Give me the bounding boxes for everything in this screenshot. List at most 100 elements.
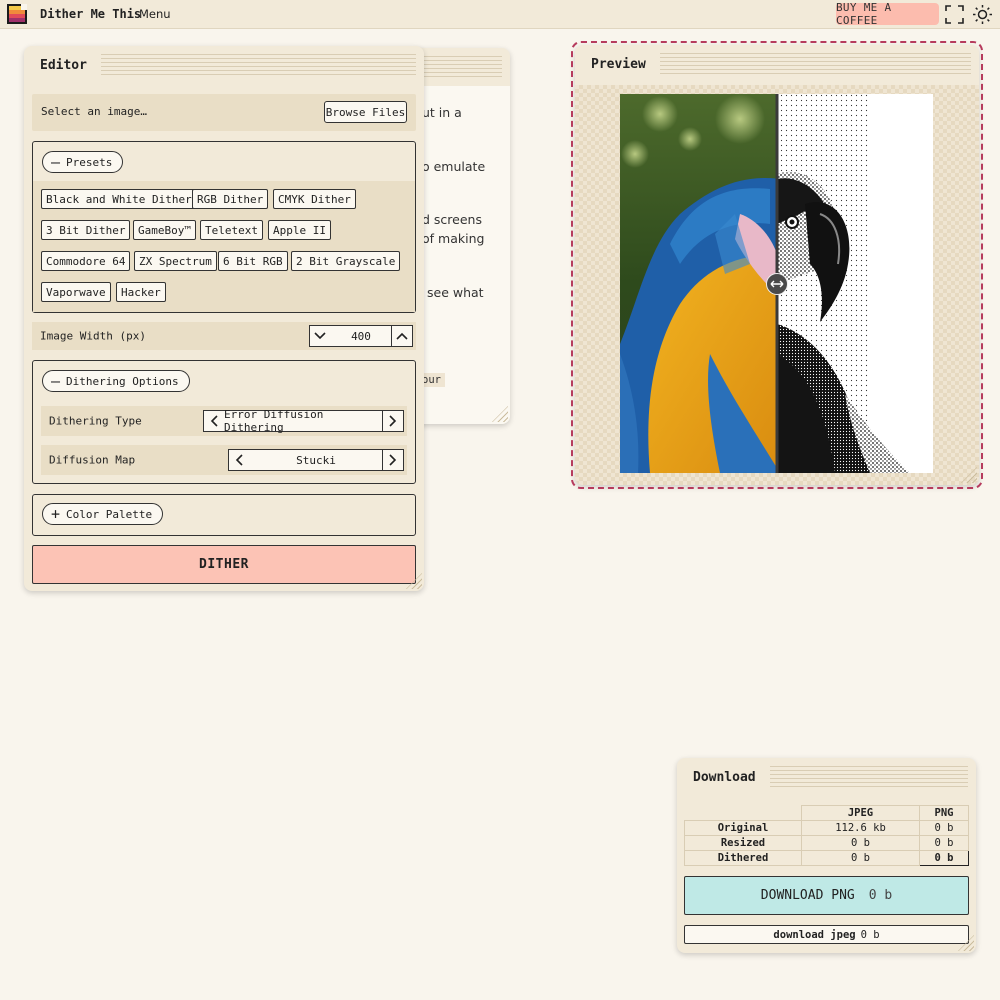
table-row: Dithered 0 b 0 b: [684, 850, 969, 866]
info-window: ut in a o emulate d screens of making se…: [410, 48, 510, 424]
download-png-size: 0 b: [868, 888, 893, 903]
preset-button[interactable]: Commodore 64: [41, 251, 131, 271]
image-select-row: Select an image… Browse Files: [32, 94, 416, 131]
app-logo-icon[interactable]: [6, 3, 28, 25]
column-header-jpeg: JPEG: [801, 805, 920, 821]
row-label: Resized: [684, 835, 802, 851]
expand-icon: +: [51, 504, 61, 523]
select-image-label: Select an image…: [41, 105, 147, 118]
preset-button[interactable]: 2 Bit Grayscale: [291, 251, 401, 271]
image-width-row: Image Width (px) 400: [32, 322, 416, 350]
preset-button[interactable]: CMYK Dither: [273, 189, 356, 209]
info-text-fragment: of making: [422, 231, 485, 246]
window-drag-lines: [100, 54, 416, 76]
preset-button[interactable]: Vaporwave: [41, 282, 111, 302]
buy-me-a-coffee-button[interactable]: BUY ME A COFFEE: [836, 1, 939, 27]
decrease-width-button[interactable]: [309, 325, 331, 347]
preset-button[interactable]: RGB Dither: [192, 189, 269, 209]
dither-button[interactable]: DITHER: [32, 545, 416, 584]
window-drag-lines: [659, 53, 971, 75]
download-jpeg-label: download jpeg: [773, 928, 856, 941]
png-size-selected: 0 b: [919, 850, 969, 866]
preset-button[interactable]: Hacker: [116, 282, 166, 302]
diffusion-map-prev-button[interactable]: [228, 449, 250, 471]
top-bar: Dither Me This Menu BUY ME A COFFEE: [0, 0, 1000, 29]
table-row: Original 112.6 kb 0 b: [684, 820, 969, 836]
download-png-button[interactable]: DOWNLOAD PNG 0 b: [684, 876, 969, 915]
compare-slider-handle[interactable]: [766, 273, 788, 295]
jpeg-size: 112.6 kb: [801, 820, 920, 836]
preset-button[interactable]: 3 Bit Dither: [41, 220, 131, 240]
info-text-fragment: o emulate: [422, 159, 486, 174]
download-jpeg-size: 0 b: [860, 928, 880, 941]
table-corner: [684, 805, 802, 821]
dithering-type-next-button[interactable]: [382, 410, 404, 432]
window-drag-lines: [769, 766, 968, 788]
info-text-fragment: ut in a: [422, 105, 462, 120]
editor-title: Editor: [40, 57, 87, 73]
info-text-fragment: see what: [427, 285, 484, 300]
increase-width-button[interactable]: [391, 325, 413, 347]
color-palette-label: Color Palette: [66, 507, 153, 521]
preset-button[interactable]: Teletext: [200, 220, 263, 240]
table-row: Resized 0 b 0 b: [684, 835, 969, 851]
color-palette-toggle[interactable]: + Color Palette: [42, 503, 164, 525]
chevron-left-icon: [235, 454, 243, 466]
info-text-fragment: d screens: [422, 212, 482, 227]
info-window-body: ut in a o emulate d screens of making se…: [410, 86, 510, 424]
presets-label: Presets: [66, 155, 113, 169]
diffusion-map-label: Diffusion Map: [49, 453, 136, 467]
column-header-png: PNG: [919, 805, 969, 821]
presets-list: Black and White Dither RGB Dither CMYK D…: [33, 181, 415, 312]
dithering-type-row: Dithering Type Error Diffusion Dithering: [41, 406, 407, 436]
color-palette-panel: + Color Palette: [32, 494, 416, 536]
collapse-icon: —: [51, 371, 61, 390]
dithering-type-prev-button[interactable]: [203, 410, 225, 432]
fullscreen-icon[interactable]: [945, 5, 964, 24]
download-window: Download JPEG PNG Original 112.6 kb 0 b …: [677, 758, 976, 953]
chevron-right-icon: [389, 415, 397, 427]
row-label: Original: [684, 820, 802, 836]
presets-toggle[interactable]: — Presets: [42, 151, 124, 173]
preview-window-header[interactable]: Preview: [575, 45, 979, 83]
info-window-header[interactable]: [410, 48, 510, 86]
preset-button[interactable]: GameBoy™: [133, 220, 196, 240]
dithering-options-panel: — Dithering Options Dithering Type Error…: [32, 360, 416, 484]
dithering-options-toggle[interactable]: — Dithering Options: [42, 370, 190, 392]
preset-button[interactable]: Apple II: [268, 220, 331, 240]
preview-window: Preview: [575, 45, 979, 485]
preset-button[interactable]: ZX Spectrum: [134, 251, 217, 271]
app-title: Dither Me This: [40, 7, 142, 21]
image-width-input[interactable]: 400: [330, 325, 392, 347]
png-size: 0 b: [919, 835, 969, 851]
download-window-header[interactable]: Download: [677, 758, 976, 796]
download-jpeg-button[interactable]: download jpeg 0 b: [684, 925, 969, 944]
chevron-right-icon: [389, 454, 397, 466]
jpeg-size: 0 b: [801, 835, 920, 851]
diffusion-map-row: Diffusion Map Stucki: [41, 445, 407, 475]
editor-window-header[interactable]: Editor: [24, 46, 424, 84]
chevron-left-icon: [210, 415, 218, 427]
download-png-label: DOWNLOAD PNG: [760, 888, 855, 903]
file-size-table: JPEG PNG Original 112.6 kb 0 b Resized 0…: [684, 805, 969, 866]
chevron-down-icon: [314, 332, 326, 340]
dithering-options-label: Dithering Options: [66, 374, 179, 388]
preset-button[interactable]: 6 Bit RGB: [218, 251, 288, 271]
menu-link[interactable]: Menu: [139, 7, 171, 21]
download-title: Download: [693, 769, 756, 785]
arrows-horizontal-icon: [770, 280, 784, 288]
png-size: 0 b: [919, 820, 969, 836]
browse-files-button[interactable]: Browse Files: [324, 101, 407, 123]
editor-window: Editor Select an image… Browse Files — P…: [24, 46, 424, 591]
diffusion-map-next-button[interactable]: [382, 449, 404, 471]
dithering-type-value: Error Diffusion Dithering: [224, 408, 383, 434]
chevron-up-icon: [396, 332, 408, 340]
sun-icon[interactable]: [972, 4, 993, 25]
presets-panel: — Presets Black and White Dither RGB Dit…: [32, 141, 416, 313]
window-drag-lines: [422, 56, 502, 78]
diffusion-map-value: Stucki: [249, 449, 383, 471]
image-width-label: Image Width (px): [40, 329, 146, 343]
preset-button[interactable]: Black and White Dither: [41, 189, 197, 209]
row-label: Dithered: [684, 850, 802, 866]
jpeg-size: 0 b: [801, 850, 920, 866]
